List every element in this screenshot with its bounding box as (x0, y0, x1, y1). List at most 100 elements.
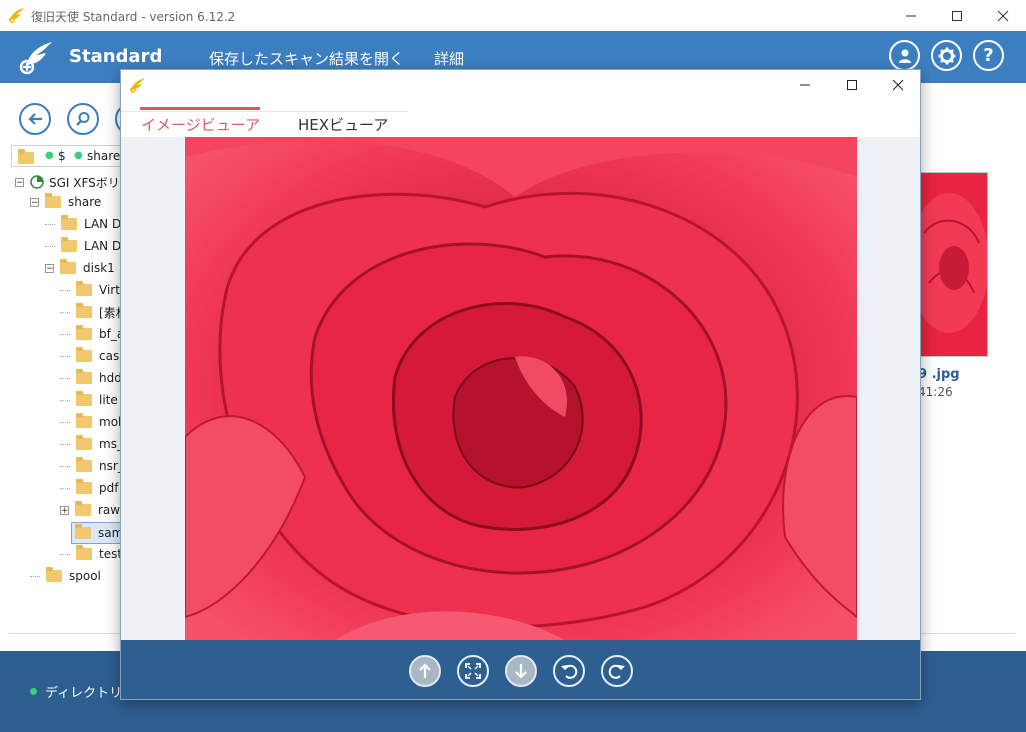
rose-image (185, 137, 857, 640)
image-canvas[interactable] (121, 137, 920, 640)
tree-item-child[interactable]: pdf (60, 478, 118, 498)
settings-button[interactable] (931, 40, 962, 71)
status-dot-icon (30, 688, 37, 695)
folder-icon (76, 479, 92, 494)
viewer-titlebar (121, 70, 920, 101)
tree-item-child[interactable]: lite (60, 390, 118, 410)
app-title: 復旧天使 Standard - version 6.12.2 (31, 10, 236, 24)
folder-icon (46, 567, 62, 582)
tree-connector (60, 553, 70, 555)
tree-item-child[interactable]: + raw (60, 500, 120, 520)
collapse-icon[interactable]: − (15, 177, 24, 187)
tree-item-child[interactable]: nsr_ (60, 456, 124, 476)
file-thumbnail[interactable] (918, 172, 988, 357)
tree-item-child[interactable]: mob (60, 412, 126, 432)
tree-item-child[interactable]: Virtu (60, 280, 128, 300)
tree-item-child[interactable]: bf_a (60, 324, 124, 344)
fit-screen-icon (465, 663, 481, 679)
user-icon (898, 49, 911, 63)
folder-icon (76, 545, 92, 560)
rotate-left-icon (561, 664, 578, 679)
folder-icon (76, 303, 92, 318)
tree-label: pdf (99, 481, 119, 495)
angel-wing-brand-icon (19, 42, 52, 75)
angel-wing-logo-icon (9, 8, 24, 23)
tree-item-lan2[interactable]: LAN DI (45, 236, 125, 256)
status-text: ディレクトリ (45, 686, 123, 701)
tab-image-viewer[interactable]: イメージビューア (141, 114, 260, 135)
tree-connector (60, 333, 70, 335)
maximize-icon (847, 80, 857, 90)
viewer-minimize-button[interactable] (782, 70, 828, 100)
collapse-icon[interactable]: − (30, 197, 39, 207)
folder-icon (76, 457, 92, 472)
search-button[interactable] (67, 103, 99, 135)
rotate-right-icon (608, 664, 625, 679)
tree-label: spool (69, 569, 101, 583)
tree-connector (60, 355, 70, 357)
app-titlebar: 復旧天使 Standard - version 6.12.2 (0, 0, 1026, 32)
file-name-label[interactable]: 9 .jpg (918, 367, 960, 382)
tree-item-lan1[interactable]: LAN DI (45, 214, 125, 234)
tree-item-child[interactable]: ms_ (60, 434, 123, 454)
arrow-up-icon (419, 663, 431, 678)
viewer-nav-bar (121, 640, 920, 699)
close-icon (892, 79, 904, 91)
folder-icon (45, 193, 61, 208)
collapse-icon[interactable]: − (45, 263, 54, 273)
tree-connector (60, 311, 70, 313)
detail-menu[interactable]: 詳細 (434, 48, 464, 69)
file-time-label: 41:26 (918, 385, 953, 399)
volume-icon (30, 175, 44, 189)
image-viewer-dialog: イメージビューア HEXビューア (120, 69, 921, 700)
tree-item-child[interactable]: test_ (60, 544, 128, 564)
tree-connector (60, 289, 70, 291)
tree-label: LAN DI (84, 239, 125, 253)
folder-icon (76, 281, 92, 296)
viewer-close-button[interactable] (875, 70, 921, 100)
expand-icon[interactable]: + (60, 505, 69, 515)
tree-item-child[interactable]: hdds (60, 368, 128, 388)
minimize-icon (800, 84, 810, 86)
folder-icon (60, 259, 76, 274)
tree-item-disk1[interactable]: − disk1 (45, 258, 115, 278)
viewer-maximize-button[interactable] (829, 70, 875, 100)
angel-wing-logo-icon (130, 78, 145, 93)
rotate-right-button[interactable] (601, 655, 633, 687)
previous-image-button[interactable] (409, 655, 441, 687)
maximize-button[interactable] (934, 0, 980, 31)
account-button[interactable] (889, 40, 920, 71)
tree-connector (60, 377, 70, 379)
question-icon: ? (983, 45, 994, 66)
help-button[interactable]: ? (973, 40, 1004, 71)
folder-icon (75, 501, 91, 516)
tree-item-spool[interactable]: spool (30, 566, 101, 586)
tree-item-child[interactable]: [素材 (60, 302, 128, 322)
tree-item-child[interactable]: case (60, 346, 127, 366)
tree-connector (60, 443, 70, 445)
folder-icon (76, 435, 92, 450)
open-scan-menu[interactable]: 保存したスキャン結果を開く (209, 48, 404, 69)
status-area: ディレクトリ (30, 682, 122, 701)
path-segment-share[interactable]: share (87, 149, 120, 163)
back-button[interactable] (19, 103, 51, 135)
tree-connector (30, 575, 40, 577)
search-icon (76, 112, 90, 126)
tab-hex-viewer[interactable]: HEXビューア (298, 114, 388, 135)
tree-label: SGI XFSボリ (49, 175, 120, 190)
minimize-button[interactable] (888, 0, 934, 31)
tree-connector (60, 487, 70, 489)
maximize-icon (952, 10, 962, 21)
arrow-left-icon (28, 113, 42, 125)
fit-screen-button[interactable] (457, 655, 489, 687)
active-tab-indicator (140, 107, 260, 110)
close-button[interactable] (980, 0, 1026, 31)
tree-item-root[interactable]: − SGI XFSボリ (15, 172, 120, 192)
folder-icon (75, 524, 91, 539)
folder-icon (76, 347, 92, 362)
tree-item-share[interactable]: − share (30, 192, 101, 212)
tree-label: lite (99, 393, 118, 407)
next-image-button[interactable] (505, 655, 537, 687)
path-segment-dollar[interactable]: $ (58, 149, 66, 163)
rotate-left-button[interactable] (553, 655, 585, 687)
